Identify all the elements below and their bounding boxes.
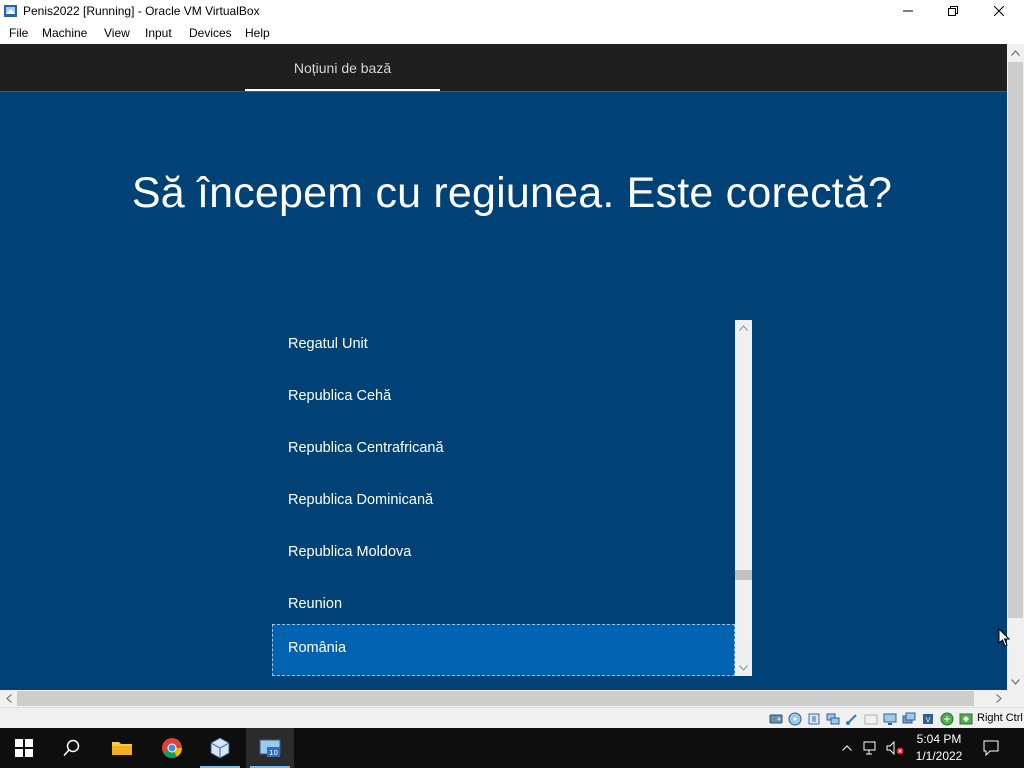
- volume-muted-icon: [886, 741, 904, 755]
- network-icon[interactable]: [825, 711, 841, 726]
- usb-icon[interactable]: [844, 711, 860, 726]
- svg-text:V: V: [926, 716, 931, 724]
- optical-drive-icon[interactable]: [787, 711, 803, 726]
- scroll-thumb[interactable]: [735, 570, 752, 580]
- chevron-down-icon: [1011, 678, 1020, 685]
- search-button[interactable]: [48, 728, 96, 768]
- display-icon[interactable]: [882, 711, 898, 726]
- taskbar-file-explorer[interactable]: [98, 728, 146, 768]
- tab-basics: Noțiuni de bază: [245, 44, 440, 91]
- virtualbox-vm-icon: 10: [259, 739, 281, 757]
- window-title: Penis2022 [Running] - Oracle VM VirtualB…: [23, 4, 260, 18]
- search-icon: [63, 739, 80, 757]
- menu-help[interactable]: Help: [245, 26, 270, 40]
- chevron-up-icon: [842, 745, 852, 751]
- chevron-right-icon: [995, 694, 1002, 703]
- taskbar-chrome[interactable]: [148, 728, 196, 768]
- network-icon: [863, 741, 876, 755]
- window-title-bar: Penis2022 [Running] - Oracle VM VirtualB…: [0, 0, 1024, 22]
- start-button[interactable]: [0, 728, 48, 768]
- status-bar: V Right Ctrl: [0, 707, 1024, 728]
- chevron-down-icon: [739, 665, 748, 671]
- list-item-label: Republica Moldova: [288, 544, 412, 560]
- list-item-selected[interactable]: România: [272, 624, 735, 676]
- list-item-label: Regatul Unit: [288, 336, 368, 352]
- taskbar-virtualbox-vm[interactable]: 10: [246, 728, 294, 768]
- scroll-thumb[interactable]: [17, 691, 974, 706]
- scroll-right-button[interactable]: [990, 690, 1007, 707]
- list-item[interactable]: Republica Cehă: [272, 372, 735, 424]
- oobe-header: Noțiuni de bază: [0, 44, 1007, 91]
- taskbar: 10 5:04 PM 1/1/2022: [0, 728, 1024, 768]
- scroll-left-button[interactable]: [0, 690, 17, 707]
- menu-file[interactable]: File: [9, 26, 28, 40]
- clock-date: 1/1/2022: [915, 749, 963, 763]
- header-divider: [0, 91, 1007, 92]
- scroll-up-button[interactable]: [1007, 44, 1024, 61]
- chrome-icon: [162, 738, 183, 759]
- taskbar-clock[interactable]: 5:04 PM 1/1/2022: [906, 731, 972, 765]
- scroll-thumb[interactable]: [1008, 62, 1023, 618]
- list-item[interactable]: Republica Moldova: [272, 528, 735, 580]
- chevron-up-icon: [1011, 49, 1020, 56]
- list-item-label: Republica Dominicană: [288, 492, 434, 508]
- restore-icon: [948, 6, 958, 16]
- hard-disk-icon[interactable]: [768, 711, 784, 726]
- page-title: Să începem cu regiunea. Este corectă?: [131, 169, 893, 217]
- host-key-label: Right Ctrl: [977, 712, 1023, 724]
- svg-text:10: 10: [269, 749, 278, 757]
- mouse-integration-icon[interactable]: [939, 711, 955, 726]
- menu-input[interactable]: Input: [145, 26, 172, 40]
- close-button[interactable]: [976, 0, 1022, 22]
- list-item[interactable]: Republica Centrafricană: [272, 424, 735, 476]
- chevron-up-icon: [739, 325, 748, 331]
- scroll-up-button[interactable]: [735, 320, 752, 336]
- action-center-button[interactable]: [976, 728, 1006, 768]
- menu-view[interactable]: View: [104, 26, 130, 40]
- start-icon: [15, 739, 33, 757]
- menu-bar: File Machine View Input Devices Help: [0, 22, 1024, 44]
- minimize-icon: [903, 10, 913, 12]
- cpu-icon[interactable]: V: [920, 711, 936, 726]
- chevron-left-icon: [5, 694, 12, 703]
- scrollbar-corner: [1007, 690, 1024, 707]
- close-icon: [994, 6, 1004, 16]
- tab-basics-label: Noțiuni de bază: [293, 60, 392, 76]
- audio-icon[interactable]: [806, 711, 822, 726]
- network-tray-button[interactable]: [860, 728, 882, 768]
- restore-button[interactable]: [930, 0, 976, 22]
- device-indicators: V: [768, 711, 974, 726]
- vm-display[interactable]: Noțiuni de bază Să începem cu regiunea. …: [0, 44, 1007, 690]
- virtualbox-icon: [210, 737, 230, 759]
- keyboard-icon[interactable]: [958, 711, 974, 726]
- horizontal-scrollbar[interactable]: [0, 690, 1007, 707]
- scroll-down-button[interactable]: [735, 660, 752, 676]
- show-hidden-icons-button[interactable]: [838, 728, 856, 768]
- vertical-scrollbar[interactable]: [1007, 44, 1024, 690]
- region-list[interactable]: Regatul Unit Republica Cehă Republica Ce…: [272, 320, 752, 676]
- list-item-label: Republica Centrafricană: [288, 440, 444, 456]
- list-item-label: Reunion: [288, 596, 343, 612]
- taskbar-virtualbox[interactable]: [196, 728, 244, 768]
- scroll-down-button[interactable]: [1007, 673, 1024, 690]
- region-list-scrollbar[interactable]: [735, 320, 752, 676]
- mouse-cursor-icon: [998, 628, 1010, 647]
- video-capture-icon[interactable]: [901, 711, 917, 726]
- list-item[interactable]: Regatul Unit: [272, 320, 735, 372]
- menu-devices[interactable]: Devices: [189, 26, 232, 40]
- list-item[interactable]: Republica Dominicană: [272, 476, 735, 528]
- minimize-button[interactable]: [885, 0, 931, 22]
- volume-tray-button[interactable]: [884, 728, 906, 768]
- clock-time: 5:04 PM: [916, 732, 962, 746]
- file-explorer-icon: [112, 742, 132, 755]
- list-item-label: România: [288, 640, 347, 656]
- shared-folders-icon[interactable]: [863, 711, 879, 726]
- notification-icon: [983, 740, 999, 756]
- virtualbox-app-icon: [3, 3, 19, 19]
- list-item-label: Republica Cehă: [288, 388, 392, 404]
- menu-machine[interactable]: Machine: [42, 26, 87, 40]
